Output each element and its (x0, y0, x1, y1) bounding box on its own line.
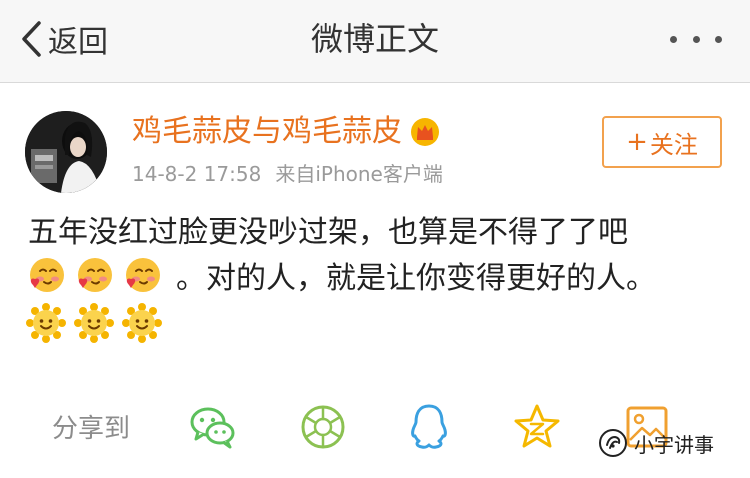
post-meta: 14-8-2 17:58 来自iPhone客户端 (132, 158, 443, 187)
wechat-icon[interactable] (188, 402, 238, 452)
more-dot (692, 35, 700, 43)
follow-button[interactable]: + 关注 (602, 116, 722, 168)
sun-smile-emoji-icon (74, 303, 114, 343)
avatar-photo (25, 111, 107, 193)
post-text-line1: 五年没红过脸更没吵过架，也算是不得了了吧 (28, 215, 628, 250)
post-text-line2: 。对的人，就是让你变得更好的人。 (176, 261, 656, 296)
emoji-row-1: 。对的人，就是让你变得更好的人。 (26, 253, 656, 297)
avatar[interactable] (25, 111, 107, 193)
blush-heart-emoji-icon (30, 258, 64, 292)
blush-heart-emoji-icon (78, 258, 112, 292)
username: 鸡毛蒜皮与鸡毛蒜皮 (132, 114, 402, 149)
moments-icon[interactable] (298, 402, 348, 452)
watermark-text: 小宇讲事 (634, 432, 714, 457)
wechat-official-logo-icon (599, 429, 627, 457)
follow-label: 关注 (649, 130, 698, 159)
nav-bar: 返回 微博正文 (0, 0, 750, 83)
more-dot (715, 35, 722, 43)
vip-crown-icon (411, 118, 439, 146)
username-link[interactable]: 鸡毛蒜皮与鸡毛蒜皮 (132, 110, 440, 154)
qq-icon[interactable] (404, 402, 454, 452)
qzone-icon[interactable] (512, 402, 562, 452)
page-title: 微博正文 (310, 20, 439, 58)
emoji-row-2 (26, 303, 170, 343)
post-source: 来自iPhone客户端 (275, 162, 443, 186)
sun-smile-emoji-icon (26, 303, 66, 343)
post-timestamp: 14-8-2 17:58 (132, 162, 262, 186)
share-label: 分享到 (52, 414, 131, 444)
plus-icon: + (626, 127, 648, 157)
sun-smile-emoji-icon (122, 303, 162, 343)
more-dots-icon[interactable] (670, 24, 722, 54)
more-dot (670, 35, 677, 43)
blush-heart-emoji-icon (126, 258, 160, 292)
watermark: 小宇讲事 (598, 428, 714, 458)
